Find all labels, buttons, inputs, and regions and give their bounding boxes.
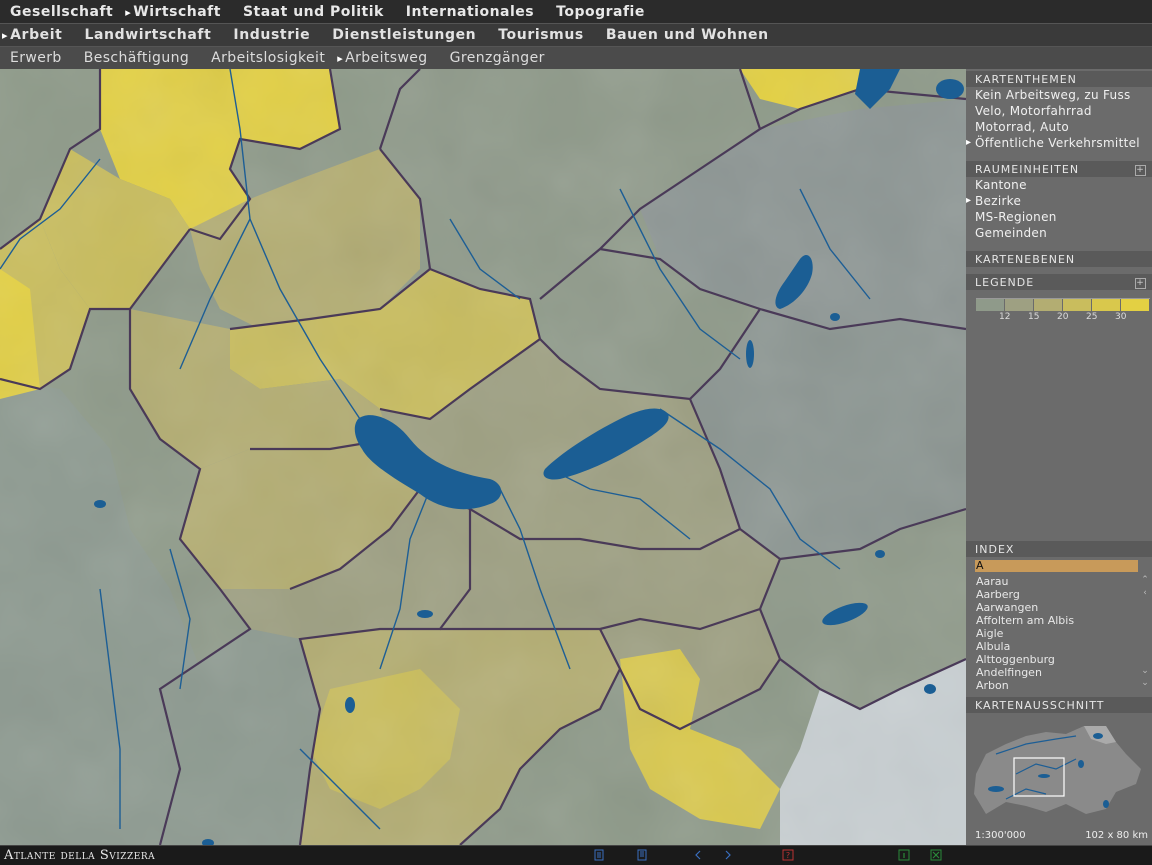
raumeinheiten-section: RAUMEINHEITEN + Kantone Bezirke MS-Regio…: [966, 161, 1152, 241]
index-search-input[interactable]: A: [975, 560, 1138, 572]
subtopic-arbeit[interactable]: Arbeit: [2, 27, 62, 43]
kartenthemen-section: KARTENTHEMEN Kein Arbeitsweg, zu Fuss Ve…: [966, 71, 1152, 151]
legend-label: 15: [1028, 312, 1040, 322]
topic-gesellschaft[interactable]: Gesellschaft: [10, 4, 113, 20]
brand-logo: Atlante della Svizzera: [4, 848, 156, 863]
index-heading: INDEX: [966, 541, 1152, 557]
subtopic-bauen-und-wohnen[interactable]: Bauen und Wohnen: [606, 27, 769, 43]
help-icon[interactable]: ?: [782, 849, 794, 861]
expand-icon[interactable]: +: [1135, 165, 1146, 176]
svg-text:?: ?: [786, 851, 790, 860]
legend-scale: 12 15 20 25 30: [976, 298, 1152, 326]
raumeinheiten-title: RAUMEINHEITEN: [975, 163, 1080, 176]
legende-title: LEGENDE: [975, 276, 1035, 289]
map-extent: 102 x 80 km: [1085, 830, 1148, 841]
kartenebenen-section: KARTENEBENEN: [966, 251, 1152, 267]
topic-topografie[interactable]: Topografie: [556, 4, 645, 20]
index-entry[interactable]: Aarau: [966, 575, 1152, 588]
scroll-top-icon[interactable]: ⌃: [1140, 575, 1150, 585]
topic-nav: Gesellschaft Wirtschaft Staat und Politi…: [0, 0, 1152, 24]
theme-arbeitsweg[interactable]: Arbeitsweg: [337, 50, 427, 66]
subtopic-nav: Arbeit Landwirtschaft Industrie Dienstle…: [0, 24, 1152, 47]
index-entry[interactable]: Albula: [966, 640, 1152, 653]
kartenausschnitt-heading: KARTENAUSSCHNITT: [966, 697, 1152, 713]
unit-option-gemeinden[interactable]: Gemeinden: [966, 225, 1152, 241]
index-entry[interactable]: Aarwangen: [966, 601, 1152, 614]
subtopic-landwirtschaft[interactable]: Landwirtschaft: [84, 27, 211, 43]
topic-staat-und-politik[interactable]: Staat und Politik: [243, 4, 384, 20]
theme-option-motorrad[interactable]: Motorrad, Auto: [966, 119, 1152, 135]
index-entry[interactable]: Arbon: [966, 679, 1152, 692]
index-entry[interactable]: Aarberg: [966, 588, 1152, 601]
unit-option-bezirke[interactable]: Bezirke: [966, 193, 1152, 209]
theme-grenzgaenger[interactable]: Grenzgänger: [450, 50, 545, 66]
unit-option-kantone[interactable]: Kantone: [966, 177, 1152, 193]
document-icon[interactable]: [593, 849, 605, 861]
scroll-up-icon[interactable]: ‹: [1140, 588, 1150, 598]
list-icon[interactable]: [636, 849, 648, 861]
forward-arrow-icon[interactable]: [722, 849, 734, 861]
topic-wirtschaft[interactable]: Wirtschaft: [125, 4, 221, 20]
legend-label: 25: [1086, 312, 1098, 322]
unit-option-ms-regionen[interactable]: MS-Regionen: [966, 209, 1152, 225]
map-view[interactable]: [0, 69, 966, 845]
back-arrow-icon[interactable]: [692, 849, 704, 861]
topic-internationales[interactable]: Internationales: [406, 4, 534, 20]
overview-map[interactable]: [966, 714, 1152, 830]
index-entry[interactable]: Andelfingen: [966, 666, 1152, 679]
legend-swatch: [1005, 299, 1034, 311]
theme-nav: Erwerb Beschäftigung Arbeitslosigkeit Ar…: [0, 47, 1152, 69]
close-icon[interactable]: [930, 849, 942, 861]
subtopic-industrie[interactable]: Industrie: [233, 27, 310, 43]
theme-erwerb[interactable]: Erwerb: [10, 50, 62, 66]
legend-label: 12: [999, 312, 1011, 322]
subtopic-tourismus[interactable]: Tourismus: [498, 27, 584, 43]
scroll-bottom-icon[interactable]: ⌄: [1140, 678, 1150, 688]
map-scale: 1:300'000: [975, 830, 1026, 841]
choropleth-map[interactable]: [0, 69, 966, 845]
index-entry[interactable]: Alttoggenburg: [966, 653, 1152, 666]
kartenthemen-heading: KARTENTHEMEN: [966, 71, 1152, 87]
legend-swatch: [976, 299, 1005, 311]
theme-option-kein-arbeitsweg[interactable]: Kein Arbeitsweg, zu Fuss: [966, 87, 1152, 103]
info-icon[interactable]: [898, 849, 910, 861]
index-entry[interactable]: Affoltern am Albis: [966, 614, 1152, 627]
legende-heading: LEGENDE +: [966, 274, 1152, 290]
legend-swatch: [1063, 299, 1092, 311]
scroll-down-icon[interactable]: ⌄: [1140, 666, 1150, 676]
footer-bar: Atlante della Svizzera ?: [0, 845, 1152, 865]
index-section: INDEX A Aarau Aarberg Aarwangen Affoltern a…: [966, 541, 1152, 692]
index-entry[interactable]: Aigle: [966, 627, 1152, 640]
raumeinheiten-heading: RAUMEINHEITEN +: [966, 161, 1152, 177]
expand-icon[interactable]: +: [1135, 278, 1146, 289]
legend-label: 30: [1115, 312, 1127, 322]
kartenausschnitt-section: KARTENAUSSCHNITT 1:300'000 102 x 80 km: [966, 697, 1152, 844]
legend-swatch: [1034, 299, 1063, 311]
legende-section: LEGENDE + 12 15 20 25 30: [966, 274, 1152, 326]
kartenebenen-heading[interactable]: KARTENEBENEN: [966, 251, 1152, 267]
index-list: Aarau Aarberg Aarwangen Affoltern am Albis A…: [966, 575, 1152, 692]
sidebar: KARTENTHEMEN Kein Arbeitsweg, zu Fuss Ve…: [966, 69, 1152, 845]
legend-swatch: [1121, 299, 1150, 311]
theme-beschaeftigung[interactable]: Beschäftigung: [84, 50, 189, 66]
theme-option-velo[interactable]: Velo, Motorfahrrad: [966, 103, 1152, 119]
theme-arbeitslosigkeit[interactable]: Arbeitslosigkeit: [211, 50, 325, 66]
theme-option-oev[interactable]: Öffentliche Verkehrsmittel: [966, 135, 1152, 151]
legend-swatch: [1092, 299, 1121, 311]
legend-label: 20: [1057, 312, 1069, 322]
subtopic-dienstleistungen[interactable]: Dienstleistungen: [332, 27, 476, 43]
